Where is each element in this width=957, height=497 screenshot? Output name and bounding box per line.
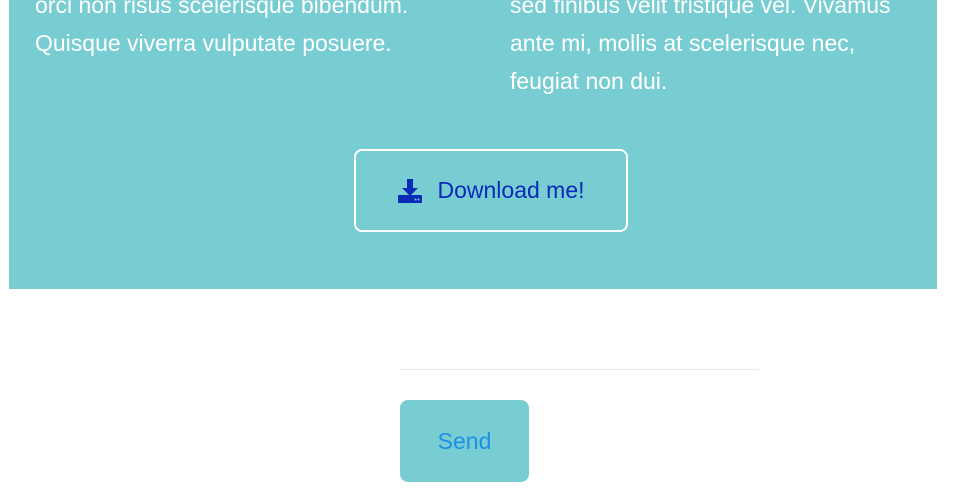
send-button[interactable]: Send (400, 400, 529, 482)
text-line: feugiat non dui. (510, 68, 668, 94)
text-line: sed finibus velit tristique vel. Vivamus (510, 0, 891, 18)
divider (400, 369, 759, 370)
text-line: Quisque viverra vulputate posuere. (35, 30, 392, 56)
right-column-text: sed finibus velit tristique vel. Vivamus… (510, 0, 930, 100)
text-line: orci non risus scelerisque bibendum. (35, 0, 409, 18)
download-button-label: Download me! (437, 177, 585, 203)
content-section: orci non risus scelerisque bibendum. Qui… (9, 0, 937, 289)
left-column-text: orci non risus scelerisque bibendum. Qui… (35, 0, 455, 62)
page: orci non risus scelerisque bibendum. Qui… (0, 0, 957, 497)
download-button[interactable]: Download me! (354, 149, 628, 232)
text-line: ante mi, mollis at scelerisque nec, (510, 30, 856, 56)
download-icon (397, 178, 423, 204)
